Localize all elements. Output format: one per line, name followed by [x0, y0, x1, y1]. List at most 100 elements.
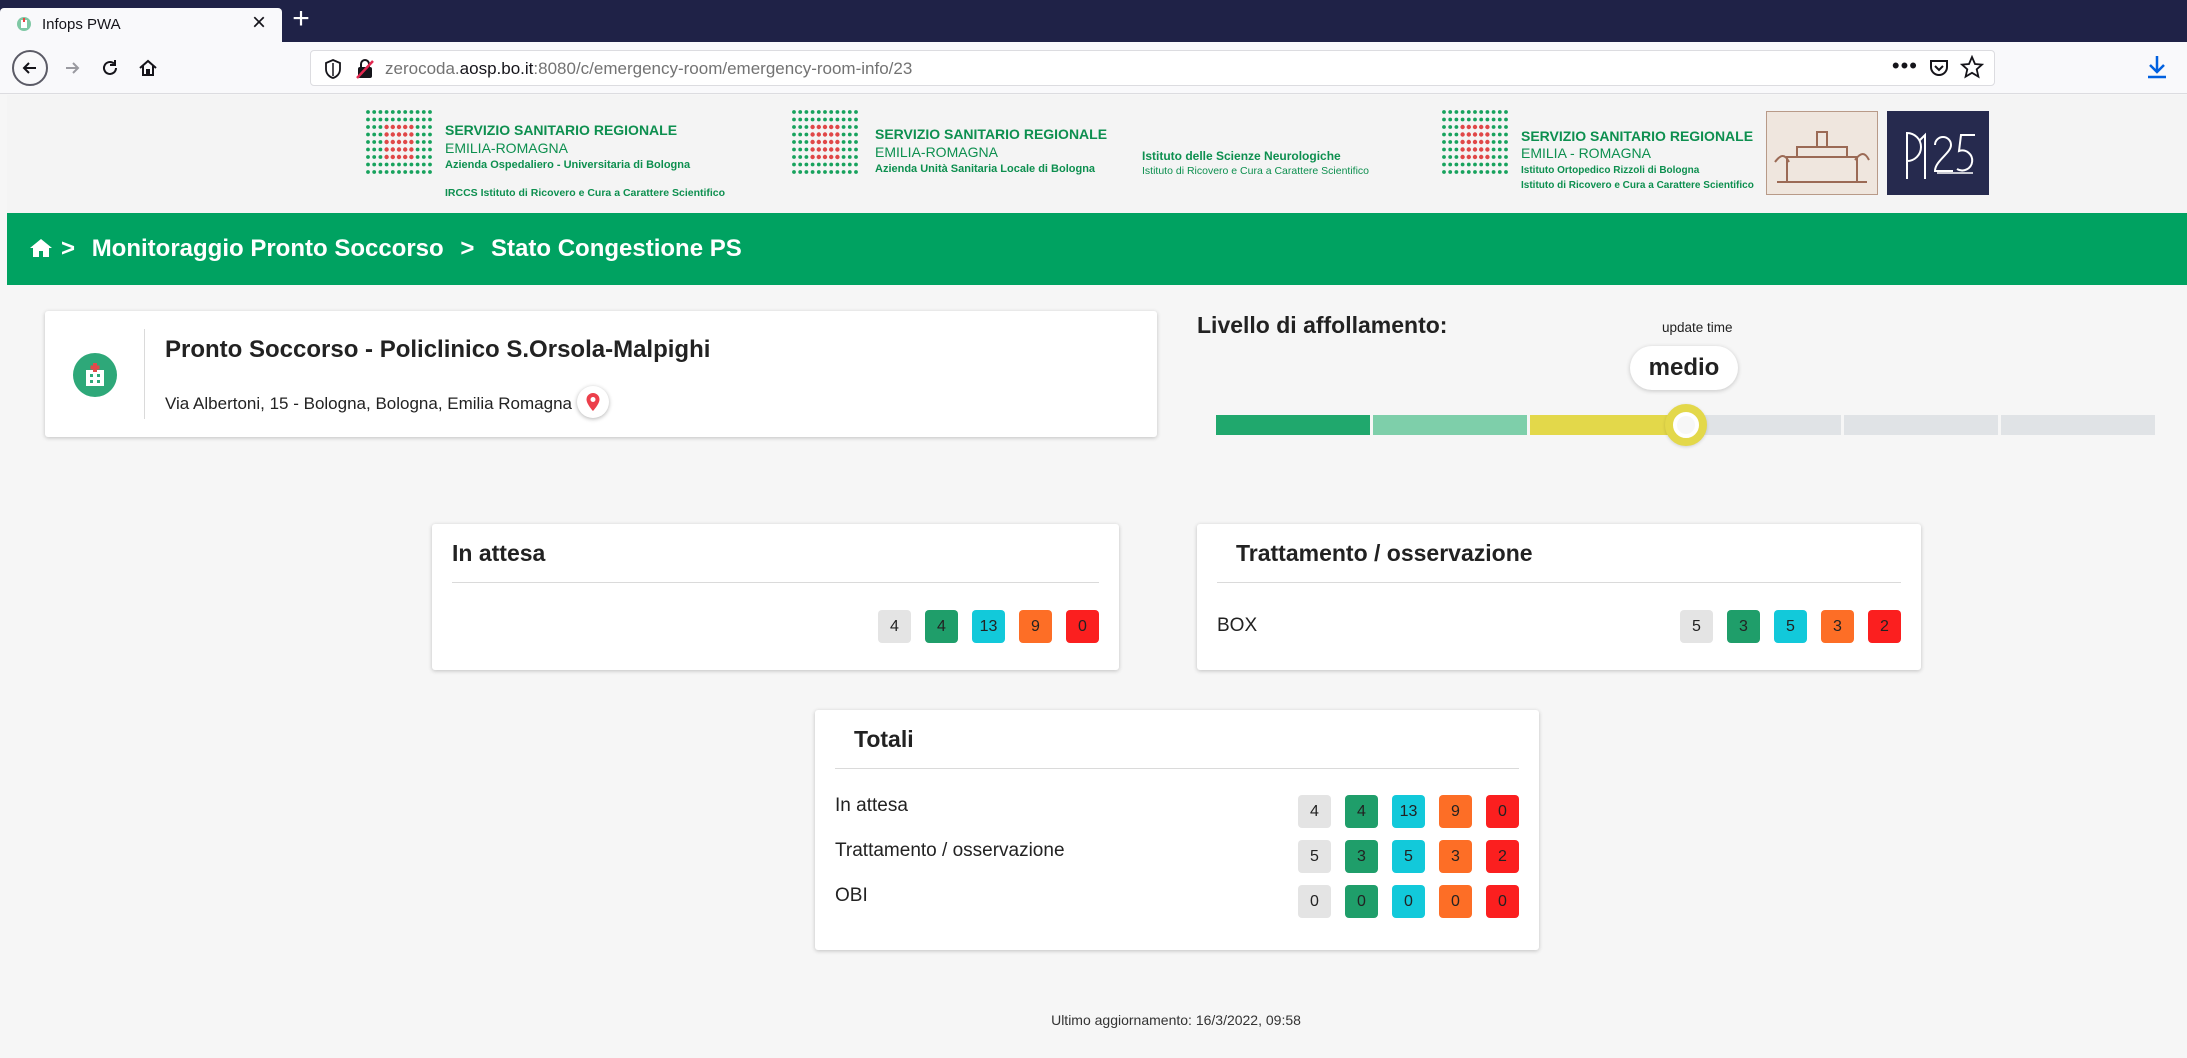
- logo-line: SERVIZIO SANITARIO REGIONALE: [445, 122, 678, 138]
- rizzoli-125-anniversary-logo: [1887, 111, 1989, 195]
- url-prefix: zerocoda.: [385, 59, 460, 78]
- crowding-level-segment: [2001, 415, 2155, 435]
- row-label: Trattamento / osservazione: [835, 840, 1065, 861]
- badge-orange: 3: [1821, 610, 1854, 643]
- crowding-level-segment: [1373, 415, 1527, 435]
- map-pin-button[interactable]: [577, 386, 609, 418]
- badge-green: 4: [925, 610, 958, 643]
- rizzoli-building-image: [1766, 111, 1878, 195]
- ssr-dots-logo-icon: [1442, 110, 1508, 174]
- crowding-level-segment: [1844, 415, 1998, 435]
- hospital-icon: [86, 363, 104, 386]
- new-tab-button[interactable]: +: [286, 4, 316, 34]
- badge-green: 3: [1727, 610, 1760, 643]
- logo-line: Istituto di Ricovero e Cura a Carattere …: [1521, 180, 1754, 191]
- badge-green: 3: [1345, 840, 1378, 873]
- browser-nav-bar: zerocoda.aosp.bo.it:8080/c/emergency-roo…: [0, 42, 2187, 94]
- badge-cyan: 13: [972, 610, 1005, 643]
- url-path: :8080/c/emergency-room/emergency-room-in…: [533, 59, 913, 78]
- badge-orange: 3: [1439, 840, 1472, 873]
- arrow-left-icon: [22, 62, 36, 74]
- bookmark-star-icon[interactable]: [1960, 55, 1984, 79]
- breadcrumb-separator: >: [61, 235, 76, 262]
- page-actions-icon[interactable]: •••: [1892, 53, 1918, 79]
- totali-card: Totali In attesa 4 4 13 9 0 Trattamento / os…: [815, 710, 1539, 950]
- badge-grey: 4: [1298, 795, 1331, 828]
- arrow-right-icon: [66, 62, 80, 74]
- breadcrumb-trail: > Monitoraggio Pronto Soccorso > Stato C…: [61, 235, 752, 263]
- institutions-logo-header: SERVIZIO SANITARIO REGIONALE EMILIA-ROMA…: [7, 95, 2187, 213]
- row-label-box: BOX: [1217, 615, 1258, 636]
- badge-group: 4 4 13 9 0: [878, 610, 1099, 643]
- crowding-level-segment: [1216, 415, 1370, 435]
- crowding-level-segment: [1687, 415, 1841, 435]
- anniversary-125-icon: [1906, 131, 1975, 179]
- badge-green: 0: [1345, 885, 1378, 918]
- shield-icon[interactable]: [323, 58, 343, 80]
- logo-line: Istituto Ortopedico Rizzoli di Bologna: [1521, 165, 1700, 176]
- crowding-level-title: Livello di affollamento:: [1197, 312, 1448, 338]
- building-engraving-icon: [1774, 131, 1870, 183]
- home-icon[interactable]: [29, 237, 53, 259]
- browser-tab-bar: Infops PWA × +: [0, 0, 2187, 42]
- badge-group: 53532: [1298, 840, 1519, 873]
- breadcrumb: > Monitoraggio Pronto Soccorso > Stato C…: [7, 213, 2187, 285]
- trattamento-card: Trattamento / osservazione BOX 53532: [1197, 524, 1921, 670]
- crowding-level-indicator[interactable]: [1664, 404, 1707, 446]
- update-time-label: update time: [1662, 320, 1733, 335]
- badge-grey: 0: [1298, 885, 1331, 918]
- hospital-name: Pronto Soccorso - Policlinico S.Orsola-M…: [165, 336, 711, 363]
- badge-red: 2: [1486, 840, 1519, 873]
- back-button[interactable]: [12, 50, 48, 86]
- badge-red: 0: [1486, 795, 1519, 828]
- address-bar[interactable]: zerocoda.aosp.bo.it:8080/c/emergency-roo…: [310, 50, 1995, 86]
- badge-group: 00000: [1298, 885, 1519, 918]
- forward-button[interactable]: [56, 52, 88, 84]
- logo-line: EMILIA-ROMAGNA: [875, 144, 998, 160]
- url-domain: aosp.bo.it: [459, 59, 534, 78]
- row-label: In attesa: [835, 795, 908, 816]
- reload-icon: [103, 60, 117, 75]
- tab-title: Infops PWA: [42, 16, 121, 33]
- browser-tab[interactable]: Infops PWA ×: [0, 8, 282, 42]
- close-tab-icon[interactable]: ×: [252, 11, 266, 35]
- badge-green: 4: [1345, 795, 1378, 828]
- url-text: zerocoda.aosp.bo.it:8080/c/emergency-roo…: [385, 59, 912, 79]
- crowding-level-segment: [1530, 415, 1684, 435]
- crowding-level-tooltip: medio: [1630, 346, 1738, 390]
- last-update-footer: Ultimo aggiornamento: 16/3/2022, 09:58: [1051, 1012, 1301, 1028]
- map-pin-icon: [586, 393, 600, 411]
- hospital-info-card: Pronto Soccorso - Policlinico S.Orsola-M…: [45, 311, 1157, 437]
- logo-line: IRCCS Istituto di Ricovero e Cura a Cara…: [445, 187, 726, 199]
- reload-button[interactable]: [94, 52, 126, 84]
- logo-line: SERVIZIO SANITARIO REGIONALE: [1521, 128, 1754, 144]
- logo-line: SERVIZIO SANITARIO REGIONALE: [875, 126, 1108, 142]
- section-title: Trattamento / osservazione: [1236, 540, 1533, 566]
- home-button[interactable]: [132, 52, 164, 84]
- badge-cyan: 0: [1392, 885, 1425, 918]
- hospital-address: Via Albertoni, 15 - Bologna, Bologna, Em…: [165, 394, 572, 413]
- download-icon[interactable]: [2145, 54, 2169, 80]
- insecure-lock-icon[interactable]: [355, 58, 375, 80]
- badge-group: 4 4 13 9 0: [1298, 795, 1519, 828]
- badge-cyan: 5: [1392, 840, 1425, 873]
- in-attesa-card: In attesa 4 4 13 9 0: [432, 524, 1119, 670]
- logo-line: Istituto delle Scienze Neurologiche: [1142, 149, 1341, 163]
- badge-grey: 4: [878, 610, 911, 643]
- logo-line: Azienda Ospedaliero - Universitaria di B…: [445, 159, 691, 171]
- logo-line: Azienda Unità Sanitaria Locale di Bologn…: [875, 163, 1096, 175]
- breadcrumb-separator: >: [460, 235, 475, 262]
- badge-red: 2: [1868, 610, 1901, 643]
- logo-line: Istituto di Ricovero e Cura a Carattere …: [1142, 165, 1370, 177]
- hospital-avatar: [73, 353, 117, 397]
- badge-red: 0: [1486, 885, 1519, 918]
- ssr-dots-logo-icon: [366, 110, 432, 174]
- pocket-icon[interactable]: [1928, 57, 1950, 79]
- badge-grey: 5: [1298, 840, 1331, 873]
- row-label: OBI: [835, 885, 868, 906]
- logo-line: EMILIA - ROMAGNA: [1521, 145, 1651, 161]
- badge-cyan: 13: [1392, 795, 1425, 828]
- breadcrumb-monitoraggio[interactable]: Monitoraggio Pronto Soccorso: [92, 235, 444, 262]
- badge-group: 53532: [1680, 610, 1901, 643]
- badge-orange: 9: [1439, 795, 1472, 828]
